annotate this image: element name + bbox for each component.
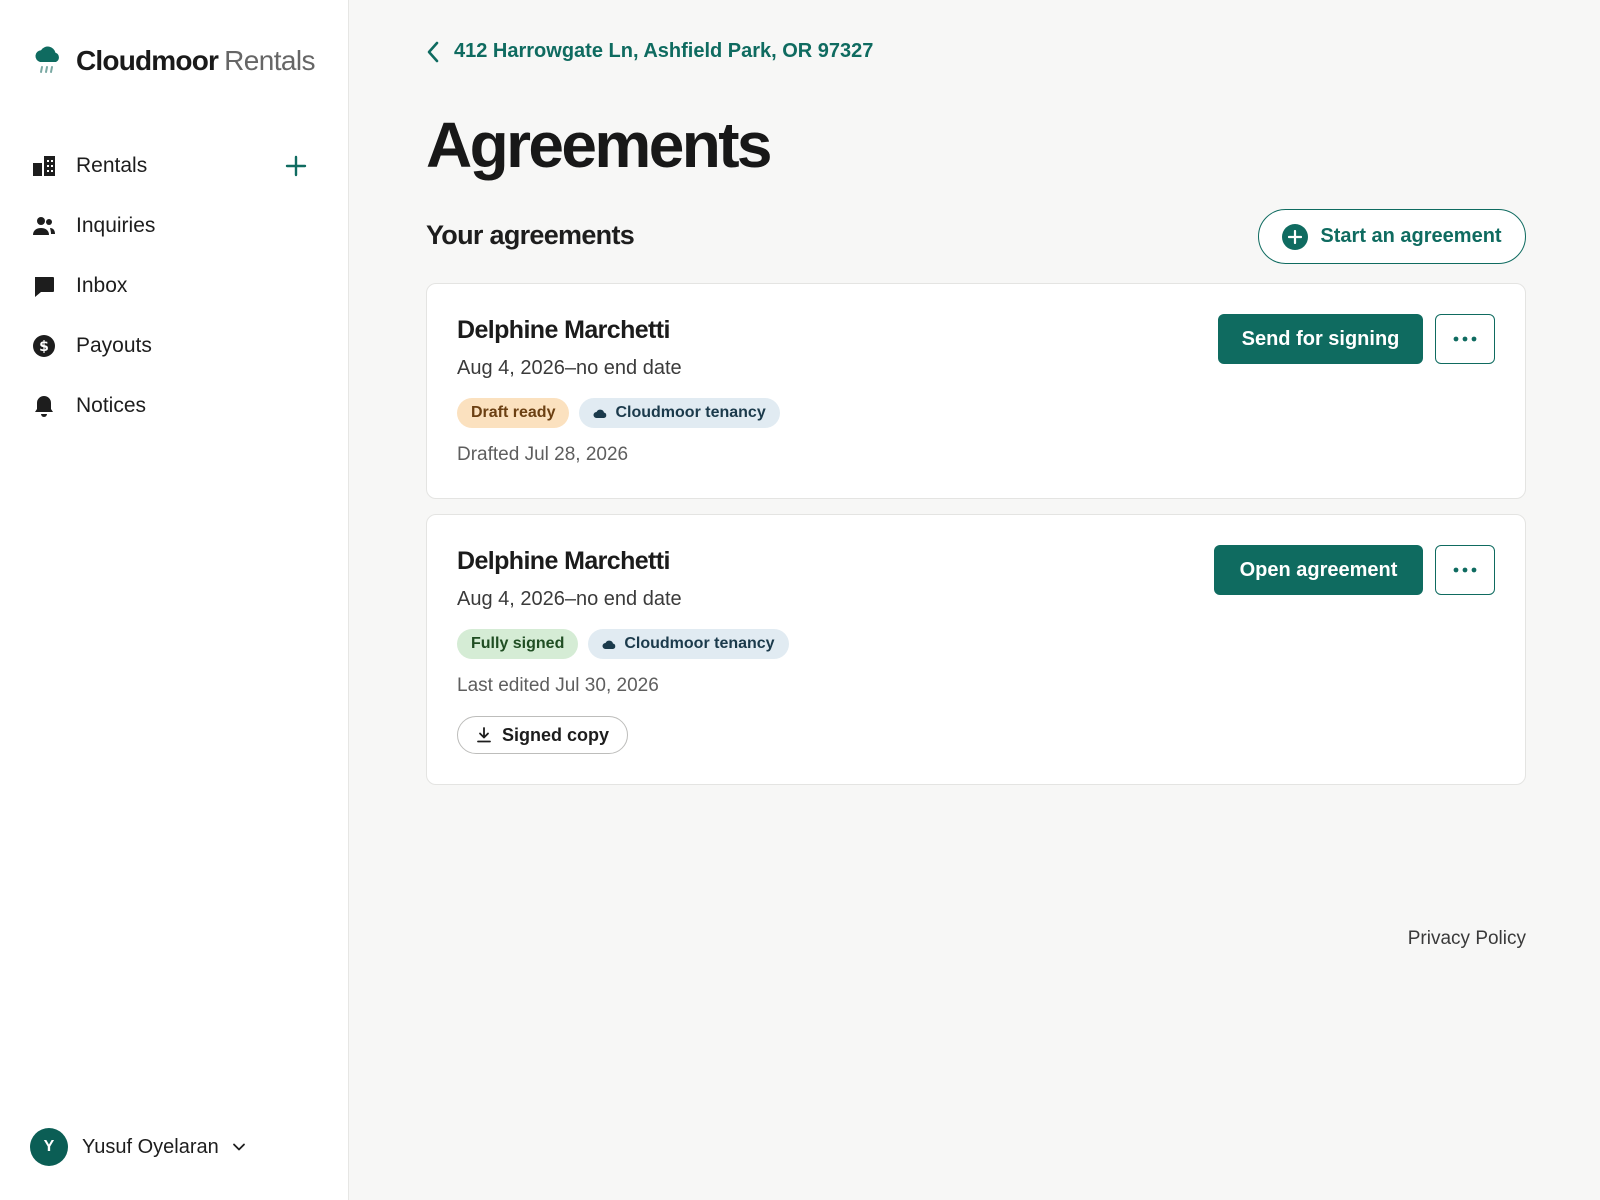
tenancy-badge-label: Cloudmoor tenancy xyxy=(624,635,775,652)
brand-logo[interactable]: Cloudmoor Rentals xyxy=(32,44,315,78)
sidebar-item-payouts[interactable]: $ Payouts xyxy=(32,316,316,376)
sidebar-item-label: Rentals xyxy=(76,154,148,177)
tenancy-badge-label: Cloudmoor tenancy xyxy=(615,404,766,421)
start-agreement-label: Start an agreement xyxy=(1320,225,1502,247)
agreement-card: Delphine Marchetti Aug 4, 2026–no end da… xyxy=(426,514,1526,785)
brand-suffix: Rentals xyxy=(224,45,315,76)
user-name: Yusuf Oyelaran xyxy=(82,1135,219,1158)
start-agreement-button[interactable]: Start an agreement xyxy=(1258,209,1526,264)
user-menu[interactable]: Y Yusuf Oyelaran xyxy=(30,1128,247,1166)
plus-icon xyxy=(285,155,307,177)
buildings-icon xyxy=(32,154,56,178)
sidebar-item-label: Inbox xyxy=(76,274,128,297)
agreement-meta: Last edited Jul 30, 2026 xyxy=(457,675,659,696)
svg-text:$: $ xyxy=(39,339,49,355)
bell-icon xyxy=(32,394,56,418)
tenancy-badge: Cloudmoor tenancy xyxy=(579,398,780,428)
cloud-icon xyxy=(593,409,607,418)
sidebar-item-rentals[interactable]: Rentals xyxy=(32,136,316,196)
breadcrumb-label: 412 Harrowgate Ln, Ashfield Park, OR 973… xyxy=(454,40,874,62)
cloud-icon xyxy=(602,640,616,649)
tenant-name: Delphine Marchetti xyxy=(457,547,670,575)
plus-circle-icon xyxy=(1282,223,1309,250)
sidebar-item-inquiries[interactable]: Inquiries xyxy=(32,196,316,256)
sidebar-item-label: Notices xyxy=(76,394,147,417)
agreement-dates: Aug 4, 2026–no end date xyxy=(457,588,682,610)
tenant-name: Delphine Marchetti xyxy=(457,316,670,344)
chat-bubble-icon xyxy=(32,274,56,298)
sidebar-item-notices[interactable]: Notices xyxy=(32,376,316,436)
signed-copy-label: Signed copy xyxy=(502,724,610,745)
privacy-policy-link[interactable]: Privacy Policy xyxy=(1408,928,1526,950)
sidebar: Cloudmoor Rentals Rentals Inquiries Inbo… xyxy=(0,0,349,1200)
page-title: Agreements xyxy=(426,109,773,181)
section-title: Your agreements xyxy=(426,220,635,250)
back-link[interactable]: 412 Harrowgate Ln, Ashfield Park, OR 973… xyxy=(426,40,873,63)
more-options-button[interactable] xyxy=(1435,545,1495,595)
sidebar-item-label: Inquiries xyxy=(76,214,156,237)
badge-row: Draft ready Cloudmoor tenancy xyxy=(457,398,790,428)
chevron-left-icon xyxy=(427,41,439,62)
sidebar-item-inbox[interactable]: Inbox xyxy=(32,256,316,316)
open-agreement-button[interactable]: Open agreement xyxy=(1214,545,1423,595)
agreement-dates: Aug 4, 2026–no end date xyxy=(457,357,682,379)
sidebar-nav: Rentals Inquiries Inbox $ Payouts Notice… xyxy=(32,136,316,436)
avatar: Y xyxy=(30,1128,68,1166)
cloud-rain-icon xyxy=(35,46,59,73)
add-rental-button[interactable] xyxy=(284,154,308,178)
status-badge: Draft ready xyxy=(457,398,570,428)
badge-row: Fully signed Cloudmoor tenancy xyxy=(457,629,799,659)
download-icon xyxy=(477,727,491,743)
dollar-circle-icon: $ xyxy=(32,334,56,358)
more-options-button[interactable] xyxy=(1435,314,1495,364)
agreement-card: Delphine Marchetti Aug 4, 2026–no end da… xyxy=(426,283,1526,499)
chevron-down-icon xyxy=(232,1143,245,1151)
download-signed-copy-button[interactable]: Signed copy xyxy=(457,716,629,754)
status-badge: Fully signed xyxy=(457,629,579,659)
send-for-signing-button[interactable]: Send for signing xyxy=(1218,314,1423,364)
sidebar-item-label: Payouts xyxy=(76,334,152,357)
people-icon xyxy=(32,214,56,238)
tenancy-badge: Cloudmoor tenancy xyxy=(588,629,789,659)
ellipsis-icon xyxy=(1453,567,1477,573)
ellipsis-icon xyxy=(1453,336,1477,342)
agreement-meta: Drafted Jul 28, 2026 xyxy=(457,444,629,465)
brand-name: Cloudmoor xyxy=(76,45,219,76)
